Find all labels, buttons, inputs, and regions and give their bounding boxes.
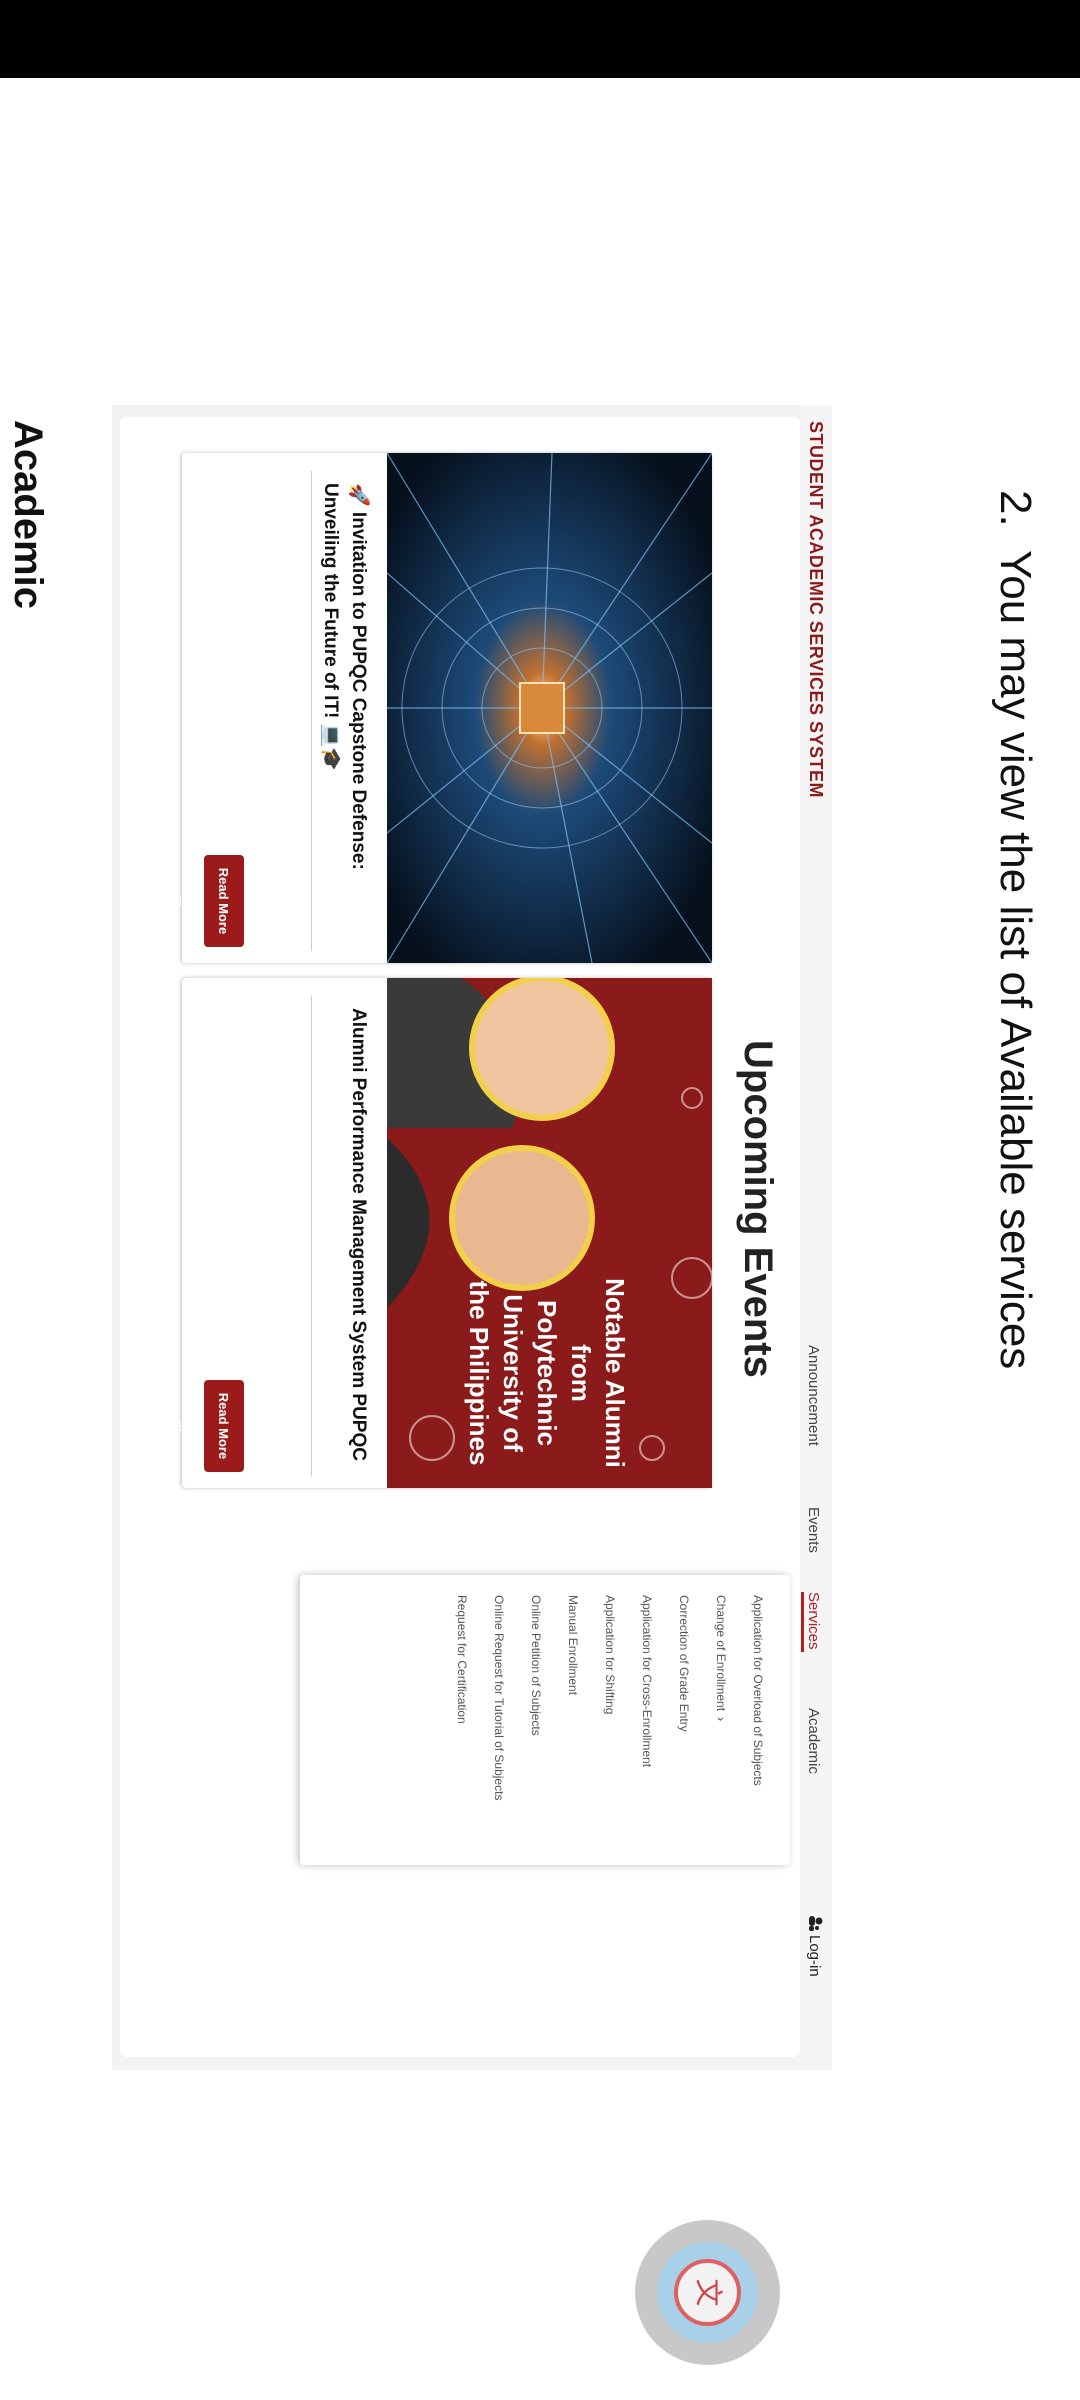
- card-divider: [311, 996, 312, 1476]
- service-item[interactable]: Application for Overload of Subjects: [739, 1595, 776, 1865]
- alumni-banner: Notable Alumni from Polytechnic Universi…: [387, 978, 712, 1488]
- service-item[interactable]: Application for Cross-Enrollment: [628, 1595, 665, 1865]
- service-item[interactable]: Manual Enrollment: [554, 1595, 591, 1865]
- instruction-1: 1.Click "Services": [1071, 460, 1080, 828]
- read-more-button[interactable]: Read More ...: [176, 1380, 244, 1472]
- read-more-button[interactable]: Read More ...: [176, 855, 244, 947]
- event-card-title: 🚀 Invitation to PUPQC Capstone Defense: …: [320, 483, 369, 870]
- service-item[interactable]: Request for Certification: [443, 1595, 480, 1865]
- events-title: Upcoming Events: [736, 1040, 780, 1378]
- event-card-title: Alumni Performance Management System PUP…: [348, 1008, 369, 1461]
- nav-announcement[interactable]: Announcement: [805, 1345, 822, 1446]
- instruction-2: 2.You may view the list of Available ser…: [991, 490, 1040, 1370]
- circuit-chip-image: [387, 453, 712, 963]
- alumni-banner-text: Notable Alumni from Polytechnic Universi…: [464, 1278, 630, 1468]
- website-screenshot: STUDENT ACADEMIC SERVICES SYSTEM Announc…: [112, 405, 832, 2070]
- event-card-capstone: 🚀 Invitation to PUPQC Capstone Defense: …: [176, 453, 712, 963]
- site-brand[interactable]: STUDENT ACADEMIC SERVICES SYSTEM: [805, 421, 826, 798]
- section-heading: Academic: [6, 420, 50, 609]
- floating-translate-button[interactable]: 文: [635, 2220, 780, 2365]
- nav-events[interactable]: Events: [805, 1507, 822, 1553]
- card-divider: [311, 471, 312, 951]
- service-item[interactable]: Online Petition of Subjects: [517, 1595, 554, 1865]
- fab-ring: 文: [657, 2242, 758, 2343]
- nav-services[interactable]: Services: [805, 1592, 822, 1650]
- event-card-alumni: Notable Alumni from Polytechnic Universi…: [176, 978, 712, 1488]
- service-item[interactable]: Correction of Grade Entry: [665, 1595, 702, 1865]
- service-item[interactable]: Change of Enrollment›: [702, 1595, 739, 1865]
- user-icon: [809, 1916, 823, 1931]
- nav-services-underline: [801, 1592, 804, 1652]
- services-dropdown-menu: Application for Overload of Subjects Cha…: [300, 1575, 790, 1865]
- nav-login[interactable]: Log-in: [806, 1935, 823, 1977]
- services-list: Application for Overload of Subjects Cha…: [443, 1575, 790, 1865]
- service-item[interactable]: Application for Shifting: [591, 1595, 628, 1865]
- rotated-document: 1.Click "Services" 2.You may view the li…: [0, 0, 1080, 2400]
- nav-academic[interactable]: Academic: [805, 1708, 822, 1774]
- chevron-right-icon: ›: [714, 1717, 728, 1722]
- translate-icon: 文: [674, 2259, 741, 2326]
- service-item[interactable]: Online Request for Tutorial of Subjects: [480, 1595, 517, 1865]
